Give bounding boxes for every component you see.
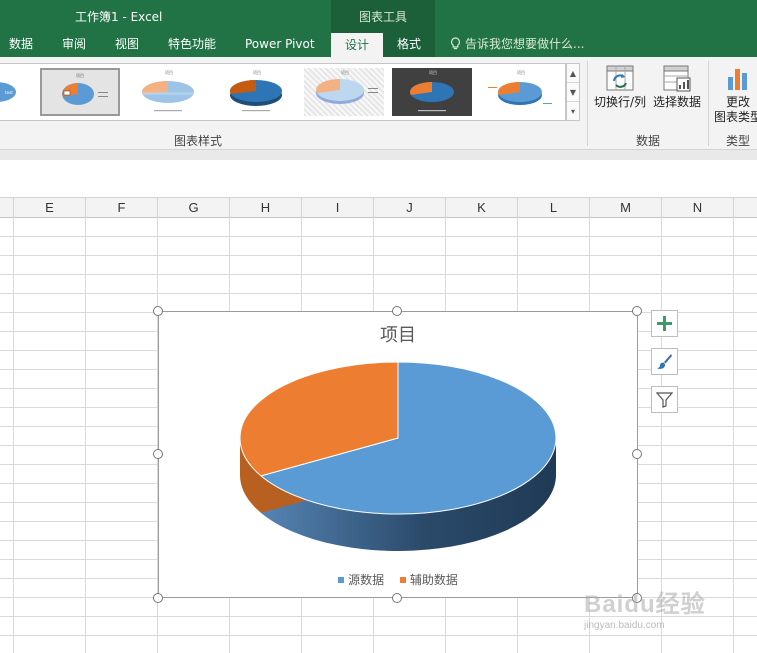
resize-handle-bottom[interactable] [392, 593, 402, 603]
change-chart-type-label-2: 图表类型 [713, 110, 757, 124]
baidu-watermark: Baidu经验 jingyan.baidu.com [584, 578, 749, 638]
legend-item-source: 源数据 [338, 571, 384, 588]
column-header-i[interactable]: I [302, 198, 374, 218]
column-header-l[interactable]: L [518, 198, 590, 218]
lightbulb-icon [451, 37, 460, 50]
chart-style-thumb[interactable]: 项目 [128, 68, 208, 116]
chart-tools-context: 图表工具 [331, 0, 435, 33]
column-header-g[interactable]: G [158, 198, 230, 218]
tab-data[interactable]: 数据 [9, 33, 33, 57]
svg-text:text: text [5, 90, 13, 95]
legend-swatch-source [338, 577, 345, 583]
column-header-h[interactable]: H [230, 198, 302, 218]
ribbon-tabs: 数据 审阅 视图 特色功能 Power Pivot 设计 格式 [0, 33, 757, 57]
svg-text:项目: 项目 [76, 72, 84, 78]
tab-format[interactable]: 格式 [383, 33, 435, 57]
legend-label-helper: 辅助数据 [409, 573, 458, 587]
change-chart-type-button[interactable]: 更改 图表类型 [712, 63, 757, 125]
ribbon: text 项目 项目 项目 项目 项目 项目 ▲ ▼ ▾ 图表样式 切换行/列 … [0, 57, 757, 150]
svg-text:项目: 项目 [517, 69, 525, 75]
type-group-label: 类型 [725, 134, 750, 148]
chart-styles-button[interactable] [651, 348, 678, 375]
title-bar: 工作簿1 - Excel 图表工具 数据 审阅 视图 特色功能 Power Pi… [0, 0, 757, 57]
resize-handle-left[interactable] [153, 449, 163, 459]
column-header-partial[interactable] [0, 198, 14, 218]
tab-design[interactable]: 设计 [331, 33, 383, 57]
chart-tools-label: 图表工具 [358, 10, 407, 24]
tell-me-placeholder: 告诉我您想要做什么... [465, 37, 585, 51]
change-chart-type-label-1: 更改 [725, 95, 750, 109]
group-separator [587, 61, 588, 146]
tab-power-pivot[interactable]: Power Pivot [245, 33, 315, 57]
paintbrush-icon [657, 354, 672, 369]
svg-text:项目: 项目 [341, 69, 349, 75]
group-separator [708, 61, 709, 146]
svg-text:项目: 项目 [253, 69, 261, 75]
svg-text:项目: 项目 [165, 69, 173, 75]
ribbon-collapse-strip [0, 150, 757, 160]
filter-icon [656, 392, 673, 408]
plus-icon [657, 316, 672, 331]
chart-style-thumb[interactable]: 项目 [480, 68, 560, 116]
window-title: 工作簿1 - Excel [75, 10, 163, 24]
gallery-down-button[interactable]: ▼ [567, 83, 579, 102]
tell-me-box[interactable]: 告诉我您想要做什么... [450, 33, 584, 57]
resize-handle-top[interactable] [392, 306, 402, 316]
chart-style-thumb[interactable]: 项目 [392, 68, 472, 116]
resize-handle-top-right[interactable] [632, 306, 642, 316]
column-header-k[interactable]: K [446, 198, 518, 218]
tab-special-features[interactable]: 特色功能 [168, 33, 216, 57]
column-headers: E F G H I J K L M N [0, 198, 757, 218]
gallery-up-button[interactable]: ▲ [567, 64, 579, 83]
pie-plot-area[interactable] [159, 312, 637, 597]
column-header-n[interactable]: N [662, 198, 734, 218]
tab-view[interactable]: 视图 [115, 33, 139, 57]
switch-row-column-icon [606, 65, 634, 91]
watermark-url: jingyan.baidu.com [584, 620, 665, 631]
chart-styles-gallery: text 项目 项目 项目 项目 项目 项目 [0, 63, 566, 121]
column-header-m[interactable]: M [590, 198, 662, 218]
resize-handle-right[interactable] [632, 449, 642, 459]
chart-elements-button[interactable] [651, 310, 678, 337]
column-header-j[interactable]: J [374, 198, 446, 218]
legend-label-source: 源数据 [348, 573, 385, 587]
chart-styles-group-label: 图表样式 [173, 134, 222, 148]
select-data-label: 选择数据 [652, 95, 701, 109]
pie-chart[interactable]: 项目 源数据 辅助数据 [158, 311, 638, 598]
chart-filters-button[interactable] [651, 386, 678, 413]
column-header-f[interactable]: F [86, 198, 158, 218]
resize-handle-bottom-left[interactable] [153, 593, 163, 603]
legend-item-helper: 辅助数据 [399, 571, 458, 588]
chart-legend[interactable]: 源数据 辅助数据 [159, 571, 637, 588]
gallery-scroll: ▲ ▼ ▾ [566, 63, 580, 121]
data-group-label: 数据 [635, 134, 660, 148]
switch-row-column-label: 切换行/列 [593, 95, 647, 109]
chart-style-thumb[interactable]: 项目 [40, 68, 120, 116]
chart-style-thumb[interactable]: 项目 [216, 68, 296, 116]
formula-area [0, 160, 757, 198]
column-header-e[interactable]: E [14, 198, 86, 218]
chart-style-thumb[interactable]: 项目 [304, 68, 384, 116]
select-data-icon [663, 65, 691, 92]
tab-review[interactable]: 审阅 [62, 33, 86, 57]
watermark-text: Baidu经验 [584, 591, 706, 618]
switch-row-column-button[interactable]: 切换行/列 [593, 63, 647, 110]
chart-style-thumb[interactable]: text [0, 68, 22, 116]
svg-text:项目: 项目 [429, 69, 437, 75]
legend-swatch-helper [399, 577, 406, 583]
gallery-more-button[interactable]: ▾ [567, 102, 579, 121]
change-chart-type-icon [728, 69, 747, 90]
resize-handle-top-left[interactable] [153, 306, 163, 316]
select-data-button[interactable]: 选择数据 [650, 63, 704, 110]
